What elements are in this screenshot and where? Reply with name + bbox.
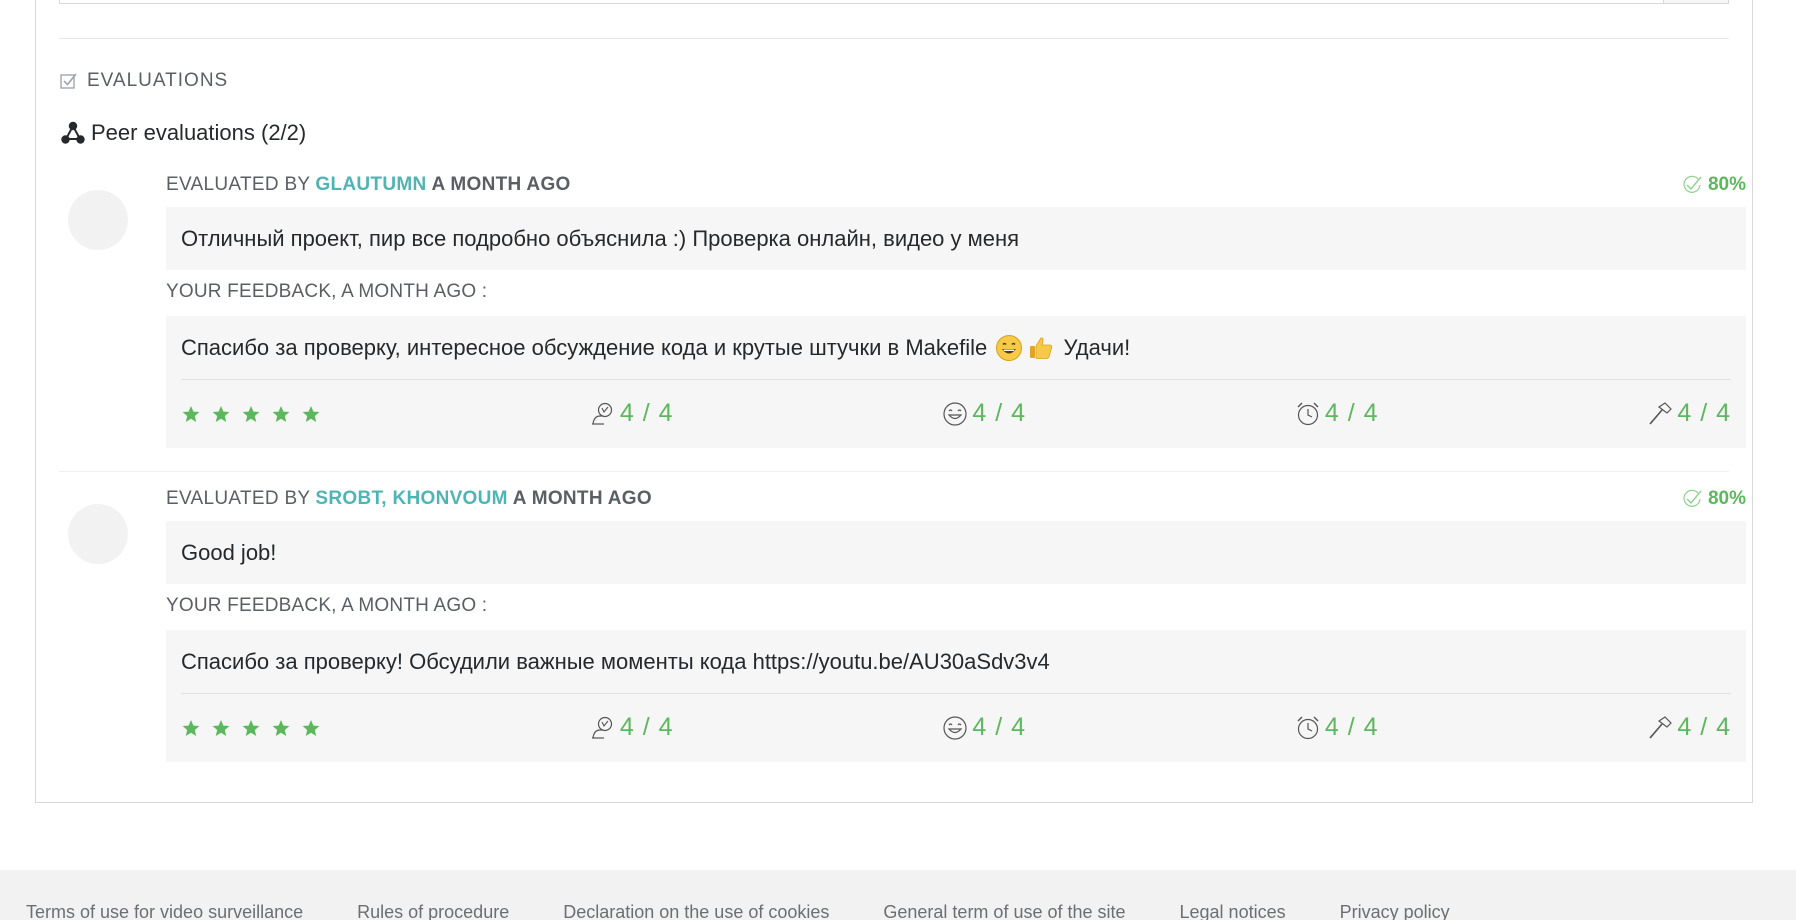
rating-rigorous: 4 / 4: [1647, 399, 1731, 428]
feedback-text-main: Спасибо за проверку, интересное обсужден…: [181, 334, 988, 360]
rating-nice: 4 / 4: [590, 399, 674, 428]
rating-smile-value: 4 / 4: [972, 713, 1026, 741]
section-divider: [59, 38, 1729, 39]
feedback-box: Спасибо за проверку! Обсудили важные мом…: [166, 630, 1746, 762]
punctuality-clock-icon: [1297, 402, 1319, 425]
check-circle-icon: [1683, 175, 1702, 193]
checkbox-icon: [60, 73, 77, 89]
evaluator-comment: Отличный проект, пир все подробно объясн…: [166, 207, 1746, 270]
check-circle-icon: [1683, 489, 1702, 507]
thumbs-up-emoji: [1030, 337, 1053, 359]
rating-rigorous-value: 4 / 4: [1677, 399, 1731, 427]
rating-punctuality: 4 / 4: [1295, 399, 1379, 428]
site-footer: Terms of use for video surveillance Rule…: [0, 870, 1796, 920]
evaluator-comment: Good job!: [166, 521, 1746, 584]
page: EVALUATIONS Peer evaluations (2/2) EVALU…: [0, 0, 1796, 920]
rating-nice: 4 / 4: [590, 713, 674, 742]
nice-icon: [591, 716, 612, 739]
peer-evaluations-label: Peer evaluations (2/2): [91, 120, 307, 145]
footer-links: Terms of use for video surveillance Rule…: [26, 902, 1504, 920]
upper-form-button[interactable]: [1663, 0, 1728, 3]
star-icon: [272, 405, 290, 422]
evaluated-by-label: EVALUATED BY: [166, 488, 311, 509]
smile-icon: [943, 401, 967, 426]
rating-rigorous: 4 / 4: [1647, 713, 1731, 742]
evaluation-score-value: 80%: [1707, 488, 1746, 509]
star-icon: [302, 405, 320, 422]
feedback-label: YOUR FEEDBACK, A MONTH AGO :: [166, 281, 488, 302]
rating-nice-value: 4 / 4: [619, 399, 674, 427]
evaluated-by-label: EVALUATED BY: [166, 174, 311, 195]
evaluations-section-title: EVALUATIONS: [60, 70, 228, 92]
footer-link-privacy-policy[interactable]: Privacy policy: [1340, 902, 1450, 920]
star-icon: [212, 719, 230, 736]
feedback-box: Спасибо за проверку, интересное обсужден…: [166, 316, 1746, 448]
feedback-text: Спасибо за проверку! Обсудили важные мом…: [181, 630, 1731, 694]
star-icon: [242, 405, 260, 422]
star-icon: [302, 719, 320, 736]
upper-form-field[interactable]: [59, 0, 1729, 4]
rating-punctuality-value: 4 / 4: [1324, 713, 1379, 741]
evaluator-avatar[interactable]: [68, 190, 128, 250]
footer-link-video-surveillance[interactable]: Terms of use for video surveillance: [26, 902, 303, 920]
evaluator-login-link[interactable]: GLAUTUMN: [315, 174, 426, 196]
rigorous-hammer-icon: [1649, 401, 1673, 425]
footer-link-rules-of-procedure[interactable]: Rules of procedure: [357, 902, 509, 920]
footer-link-cookies[interactable]: Declaration on the use of cookies: [563, 902, 829, 920]
feedback-ratings: 4 / 4 4 / 4 4 / 4 4 / 4: [181, 694, 1731, 761]
rating-nice-value: 4 / 4: [619, 713, 674, 741]
rating-smile: 4 / 4: [942, 399, 1026, 428]
star-icon: [212, 405, 230, 422]
star-rating: [181, 404, 321, 424]
feedback-label: YOUR FEEDBACK, A MONTH AGO :: [166, 595, 488, 616]
rating-smile: 4 / 4: [942, 713, 1026, 742]
evaluation-header: EVALUATED BY GLAUTUMN A MONTH AGO 80%: [166, 170, 1746, 200]
star-rating: [181, 718, 321, 738]
evaluation-separator: [59, 471, 1729, 472]
nice-icon: [591, 402, 612, 425]
rating-rigorous-value: 4 / 4: [1677, 713, 1731, 741]
rating-smile-value: 4 / 4: [972, 399, 1026, 427]
evaluation-time: A MONTH AGO: [512, 488, 652, 509]
rating-punctuality: 4 / 4: [1295, 713, 1379, 742]
feedback-text-main: Спасибо за проверку! Обсудили важные мом…: [181, 648, 1050, 674]
punctuality-clock-icon: [1297, 716, 1319, 739]
star-icon: [182, 719, 200, 736]
star-icon: [272, 719, 290, 736]
feedback-text: Спасибо за проверку, интересное обсужден…: [181, 316, 1731, 380]
rating-punctuality-value: 4 / 4: [1324, 399, 1379, 427]
evaluator-login-link[interactable]: SROBT, KHONVOUM: [315, 488, 507, 510]
star-icon: [242, 719, 260, 736]
evaluator-comment-text: Отличный проект, пир все подробно объясн…: [181, 225, 1020, 251]
evaluator-comment-text: Good job!: [181, 539, 277, 565]
evaluations-panel: EVALUATIONS Peer evaluations (2/2) EVALU…: [35, 0, 1753, 803]
peer-network-icon: [61, 121, 85, 144]
evaluation-header: EVALUATED BY SROBT, KHONVOUM A MONTH AGO…: [166, 484, 1746, 514]
feedback-ratings: 4 / 4 4 / 4 4 / 4 4 / 4: [181, 380, 1731, 447]
star-icon: [182, 405, 200, 422]
evaluation-score-value: 80%: [1707, 174, 1746, 195]
peer-evaluations-title: Peer evaluations (2/2): [60, 120, 306, 146]
footer-link-legal-notices[interactable]: Legal notices: [1180, 902, 1286, 920]
evaluator-avatar[interactable]: [68, 504, 128, 564]
evaluation-score: 80%: [1682, 174, 1746, 196]
smile-icon: [943, 715, 967, 740]
evaluations-section-label: EVALUATIONS: [87, 70, 229, 91]
footer-link-terms-of-use[interactable]: General term of use of the site: [883, 902, 1125, 920]
grinning-face-emoji: [996, 334, 1023, 361]
feedback-text-end: Удачи!: [1063, 334, 1131, 360]
evaluation-score: 80%: [1682, 488, 1746, 510]
rigorous-hammer-icon: [1649, 715, 1673, 739]
evaluation-time: A MONTH AGO: [431, 174, 571, 195]
